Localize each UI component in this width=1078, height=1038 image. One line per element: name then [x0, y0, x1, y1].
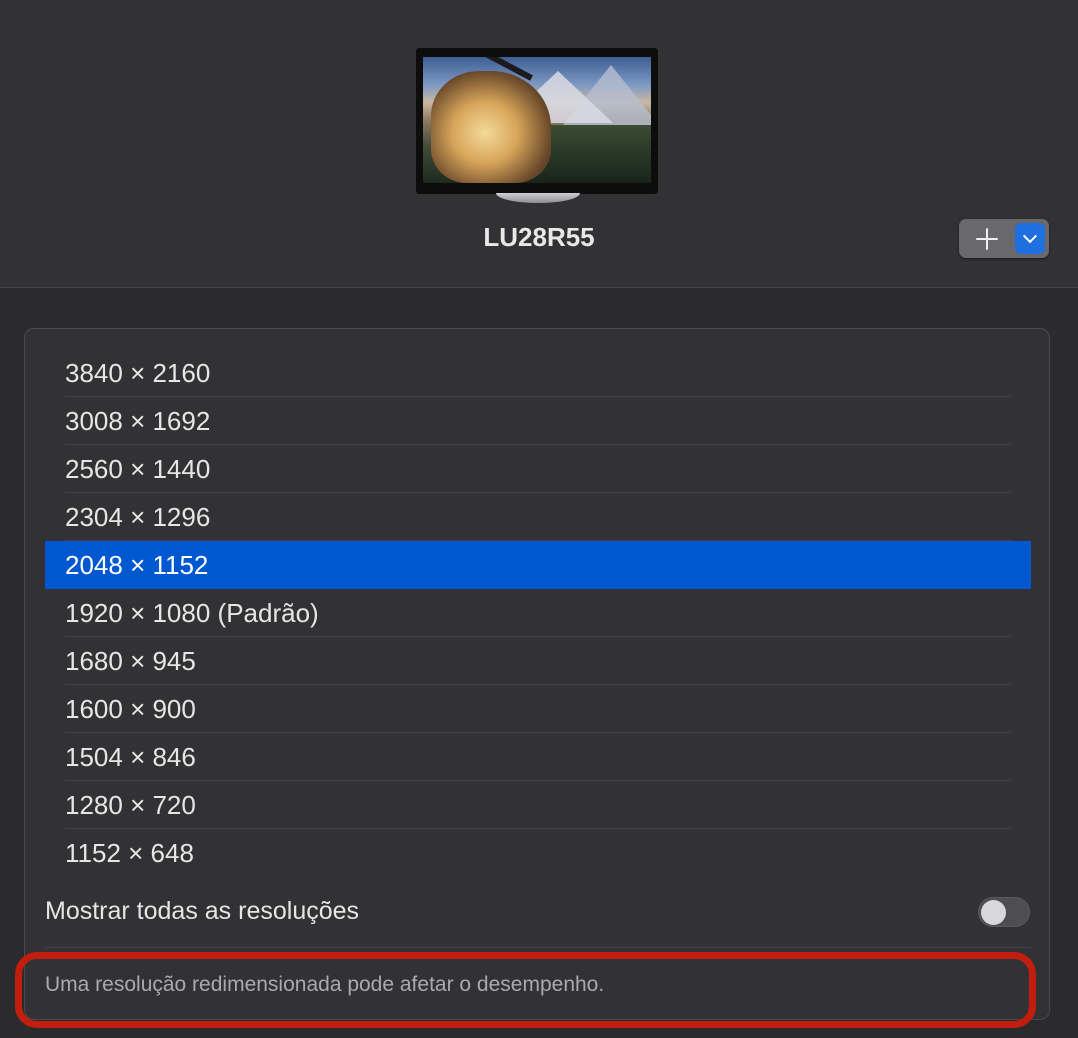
- monitor-preview[interactable]: [416, 48, 658, 194]
- resolution-option[interactable]: 1152 × 648: [45, 829, 1031, 877]
- show-all-resolutions-label: Mostrar todas as resoluções: [45, 897, 360, 925]
- add-display-control: [959, 219, 1049, 258]
- chevron-down-icon: [1022, 228, 1038, 243]
- resolution-option[interactable]: 2048 × 1152: [45, 541, 1031, 589]
- wallpaper-image: [423, 57, 651, 183]
- resolution-option[interactable]: 3840 × 2160: [45, 349, 1031, 397]
- toggle-knob: [981, 900, 1006, 925]
- resolution-option[interactable]: 2560 × 1440: [45, 445, 1031, 493]
- resolution-option[interactable]: 1680 × 945: [45, 637, 1031, 685]
- add-display-menu-button[interactable]: [1015, 223, 1045, 254]
- monitor-stand: [496, 193, 580, 203]
- resolution-option[interactable]: 1280 × 720: [45, 781, 1031, 829]
- plus-icon: [976, 227, 998, 250]
- resolution-option[interactable]: 1504 × 846: [45, 733, 1031, 781]
- add-display-button[interactable]: [959, 219, 1015, 258]
- resolution-panel: 3840 × 2160 3008 × 1692 2560 × 1440 2304 × …: [24, 328, 1050, 1020]
- divider: [45, 947, 1031, 948]
- resolution-option[interactable]: 2304 × 1296: [45, 493, 1031, 541]
- display-name: LU28R55: [483, 222, 595, 252]
- resolution-option[interactable]: 3008 × 1692: [45, 397, 1031, 445]
- scaled-resolution-notice: Uma resolução redimensionada pode afetar…: [45, 973, 605, 996]
- resolution-option[interactable]: 1920 × 1080 (Padrão): [45, 589, 1031, 637]
- resolution-list: 3840 × 2160 3008 × 1692 2560 × 1440 2304 × …: [45, 349, 1031, 877]
- show-all-resolutions-row: Mostrar todas as resoluções: [45, 887, 1031, 947]
- resolution-option[interactable]: 1600 × 900: [45, 685, 1031, 733]
- show-all-resolutions-toggle[interactable]: [978, 897, 1030, 927]
- display-header: LU28R55: [0, 0, 1078, 288]
